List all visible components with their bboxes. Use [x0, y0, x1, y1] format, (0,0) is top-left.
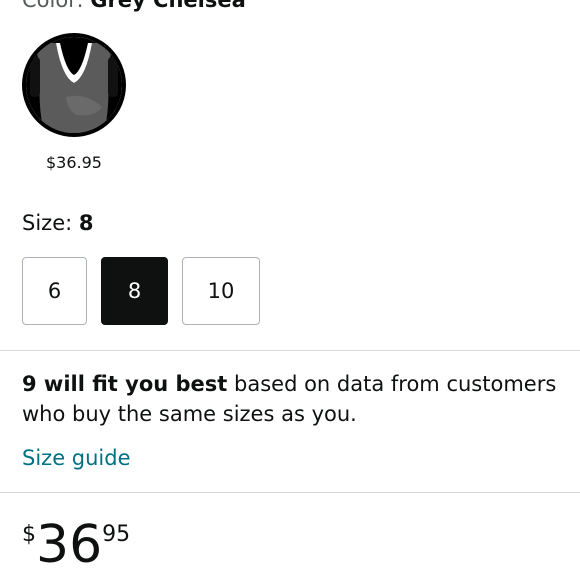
price: $3695: [22, 516, 130, 574]
swatch-image: [26, 37, 122, 133]
price-fraction: 95: [102, 522, 131, 547]
divider: [0, 350, 580, 351]
size-option-10[interactable]: 10: [182, 257, 260, 325]
size-guide-link[interactable]: Size guide: [22, 446, 131, 470]
color-label: Color:: [22, 0, 91, 12]
size-line: Size: 8: [22, 211, 93, 235]
size-option-8[interactable]: 8: [101, 257, 168, 325]
color-line: Color: Grey Chelsea: [22, 0, 246, 12]
color-swatch[interactable]: [22, 33, 126, 137]
tank-top-image: [26, 37, 122, 133]
price-symbol: $: [22, 522, 36, 547]
fit-recommendation: 9 will fit you best based on data from c…: [22, 369, 562, 429]
swatch-price: $36.95: [46, 153, 102, 172]
divider: [0, 492, 580, 493]
size-label: Size:: [22, 211, 79, 235]
color-value: Grey Chelsea: [90, 0, 246, 12]
fit-recommendation-bold: 9 will fit you best: [22, 372, 228, 396]
price-whole: 36: [36, 515, 103, 575]
size-option-6[interactable]: 6: [22, 257, 87, 325]
size-value: 8: [78, 211, 94, 235]
